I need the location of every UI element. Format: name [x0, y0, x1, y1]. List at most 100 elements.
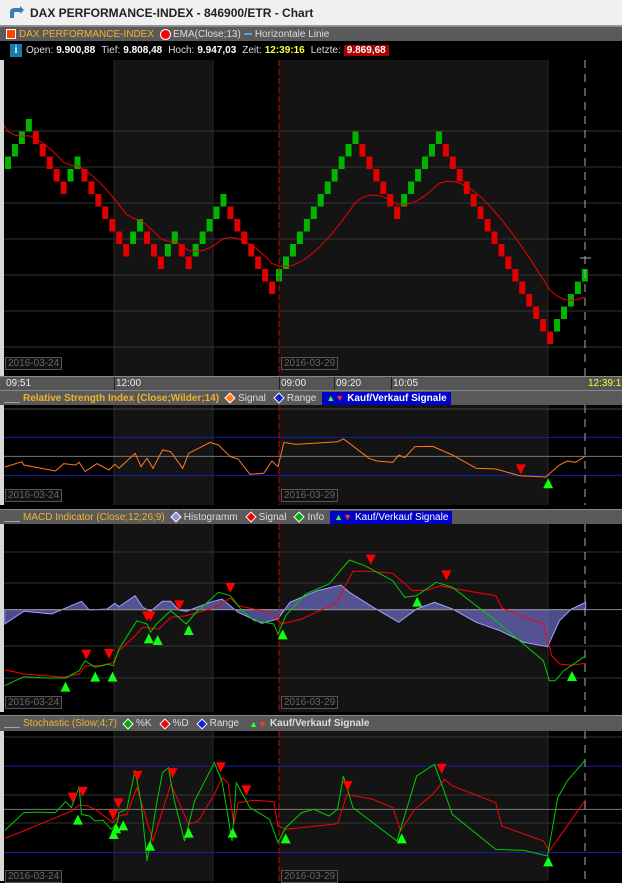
low-label: Tief:	[101, 45, 121, 56]
renko-brick-down	[95, 194, 102, 207]
buy-sell-triangles-icon: ▲▼	[334, 512, 352, 522]
macd-header: MACD Indicator (Close;12;26;9) Histogram…	[0, 509, 622, 524]
rsi-range-legend[interactable]: Range	[287, 393, 316, 404]
rsi-signals-legend[interactable]: ▲▼ Kauf/Verkauf Signale	[322, 391, 451, 405]
renko-brick-down	[442, 144, 449, 157]
legend-hline[interactable]: Horizontale Linie	[255, 29, 330, 40]
rsi-title[interactable]: Relative Strength Index (Close;Wilder;14…	[23, 393, 219, 404]
renko-brick-down	[144, 231, 150, 244]
renko-chart[interactable]	[0, 60, 622, 376]
indicator-icon	[4, 513, 20, 522]
stoch-range-legend[interactable]: Range	[210, 718, 239, 729]
renko-brick-down	[150, 244, 157, 257]
rsi-signals-label: Kauf/Verkauf Signale	[347, 392, 447, 404]
date-label-1: 2016-03-24	[5, 696, 63, 709]
ema-color-dot[interactable]	[160, 28, 172, 40]
renko-brick-down	[53, 169, 60, 182]
last-label: Letzte:	[310, 45, 341, 56]
date-label-2: 2016-03-29	[281, 870, 339, 883]
main-legend-bar: DAX PERFORMANCE-INDEX EMA(Close;13) Hori…	[0, 26, 622, 41]
renko-brick-up	[220, 194, 227, 207]
renko-brick-up	[296, 231, 303, 244]
rsi-signal-legend[interactable]: Signal	[238, 393, 266, 404]
range-diamond-icon[interactable]	[195, 717, 208, 730]
macd-title[interactable]: MACD Indicator (Close;12;26;9)	[23, 512, 165, 523]
indicator-icon	[4, 394, 20, 403]
rsi-header: Relative Strength Index (Close;Wilder;14…	[0, 390, 622, 405]
renko-brick-up	[213, 206, 220, 219]
renko-brick-down	[88, 181, 95, 194]
macd-histogram-legend[interactable]: Histogramm	[184, 512, 238, 523]
renko-brick-up	[130, 231, 137, 244]
signal-diamond-icon[interactable]	[224, 392, 236, 404]
time-value: 12:39:16	[264, 45, 305, 56]
k-diamond-icon[interactable]	[122, 717, 134, 730]
renko-brick-up	[289, 244, 296, 257]
renko-brick-up	[310, 206, 317, 219]
session-shading	[114, 405, 213, 505]
renko-brick-down	[109, 219, 116, 232]
time-label: Zeit:	[242, 45, 262, 56]
date-label-1: 2016-03-24	[5, 870, 63, 883]
renko-brick-down	[449, 156, 456, 169]
renko-brick-up	[345, 144, 352, 157]
low-value: 9.808,48	[123, 45, 163, 56]
renko-brick-up	[338, 156, 345, 169]
renko-brick-down	[157, 256, 164, 269]
macd-panel[interactable]	[0, 524, 622, 712]
instrument-color-swatch[interactable]	[6, 29, 16, 39]
hline-icon	[243, 33, 252, 35]
panel-border	[0, 731, 4, 881]
info-diamond-icon[interactable]	[293, 511, 306, 523]
time-tick-label: 09:00	[281, 378, 307, 389]
renko-brick-up	[352, 131, 359, 144]
time-tick-label: 09:20	[336, 378, 362, 389]
time-tick-label: 10:05	[393, 378, 419, 389]
renko-brick-up	[422, 156, 428, 169]
renko-brick-down	[394, 206, 401, 219]
renko-brick-up	[11, 144, 18, 157]
renko-brick-down	[491, 231, 498, 244]
d-diamond-icon[interactable]	[158, 717, 171, 730]
histogram-diamond-icon[interactable]	[170, 511, 182, 523]
high-value: 9.947,03	[197, 45, 237, 56]
time-axis[interactable]: 09:51 12:00 09:00 09:20 10:05 12:39:1	[0, 376, 622, 390]
renko-brick-up	[192, 244, 199, 257]
quote-info-bar: i Open: 9.900,88 Tief: 9.808,48 Hoch: 9.947…	[0, 41, 622, 60]
legend-instrument[interactable]: DAX PERFORMANCE-INDEX	[19, 29, 154, 40]
renko-brick-up	[137, 219, 144, 232]
macd-signals-label: Kauf/Verkauf Signale	[354, 511, 449, 523]
stoch-signals-legend[interactable]: ▲▼ Kauf/Verkauf Signale	[245, 717, 373, 730]
date-label-2: 2016-03-29	[281, 357, 339, 370]
buy-signal-marker	[566, 671, 577, 681]
session-shading	[279, 731, 548, 881]
renko-brick-down	[373, 169, 380, 182]
renko-brick-down	[60, 181, 67, 194]
signal-diamond-icon[interactable]	[244, 511, 257, 523]
stoch-k-legend[interactable]: %K	[136, 718, 152, 729]
buy-signal-marker	[72, 814, 83, 825]
macd-signal-legend[interactable]: Signal	[259, 512, 287, 523]
renko-brick-down	[477, 206, 484, 219]
stochastic-title[interactable]: Stochastic (Slow;4;7)	[23, 718, 117, 729]
renko-brick-down	[116, 231, 123, 244]
buy-sell-triangles-icon: ▲▼	[249, 718, 267, 729]
renko-brick-down	[505, 256, 512, 269]
macd-info-legend[interactable]: Info	[307, 512, 324, 523]
renko-brick-up	[415, 169, 422, 182]
stochastic-panel[interactable]	[0, 731, 622, 881]
renko-brick-down	[102, 206, 109, 219]
title-bar: DAX PERFORMANCE-INDEX - 846900/ETR - Cha…	[0, 0, 622, 26]
range-diamond-icon[interactable]	[273, 392, 285, 404]
buy-signal-marker	[60, 681, 71, 692]
panel-border	[0, 524, 4, 712]
renko-brick-down	[498, 244, 505, 257]
stoch-d-legend[interactable]: %D	[173, 718, 189, 729]
renko-brick-up	[561, 306, 567, 319]
renko-brick-down	[185, 256, 192, 269]
info-icon[interactable]: i	[10, 44, 22, 57]
macd-signals-legend[interactable]: ▲▼ Kauf/Verkauf Signale	[330, 510, 453, 524]
date-label-1: 2016-03-24	[5, 489, 63, 502]
chart-app-icon	[10, 5, 24, 18]
legend-ema[interactable]: EMA(Close;13)	[173, 29, 241, 40]
